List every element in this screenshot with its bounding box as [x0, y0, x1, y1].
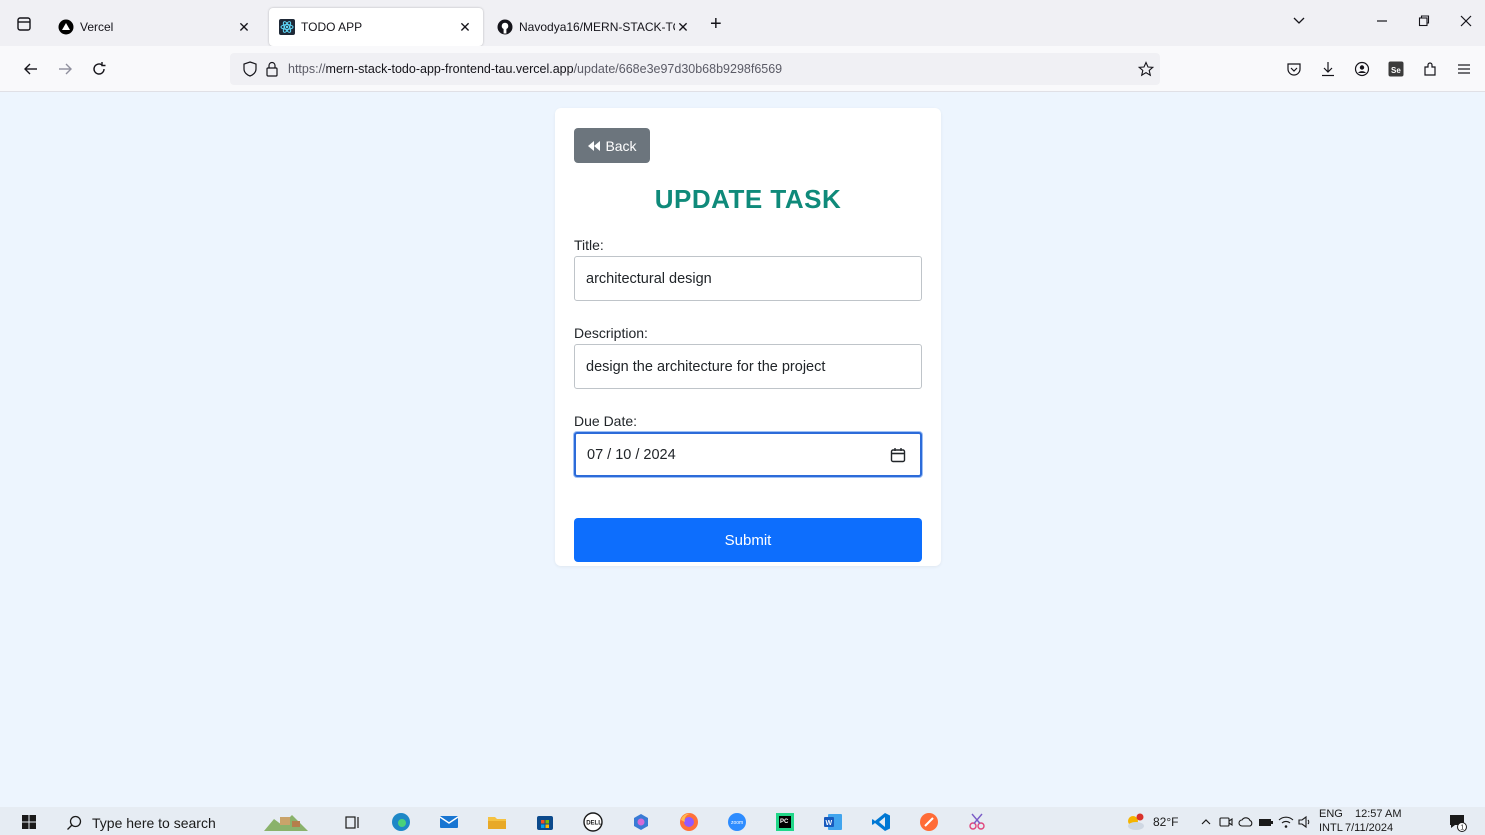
notification-icon[interactable]: 1 [1446, 811, 1468, 833]
list-all-tabs-icon[interactable] [1292, 14, 1306, 31]
weather-icon[interactable] [1124, 811, 1146, 833]
menu-icon[interactable] [1453, 58, 1475, 80]
battery-icon[interactable] [1258, 811, 1274, 833]
back-button[interactable]: Back [574, 128, 650, 163]
reload-icon[interactable] [88, 58, 110, 80]
language-indicator[interactable]: ENG INTL [1319, 807, 1343, 835]
mail-icon[interactable] [438, 811, 460, 833]
taskbar-search[interactable]: Type here to search [56, 811, 236, 835]
onedrive-cloud-icon[interactable] [1238, 811, 1254, 833]
taskbar: Type here to search DELL zoom PC W 82°F … [0, 807, 1485, 835]
lock-icon[interactable] [264, 61, 280, 77]
svg-text:W: W [826, 820, 833, 827]
tab-title: TODO APP [301, 20, 363, 34]
page-viewport: Back UPDATE TASK Title: architectural de… [0, 92, 1485, 807]
due-date-label: Due Date: [574, 413, 638, 429]
minimize-icon[interactable] [1376, 14, 1388, 31]
forward-arrow-icon[interactable] [54, 58, 76, 80]
restore-icon[interactable] [1418, 14, 1430, 31]
snipping-tool-icon[interactable] [966, 811, 988, 833]
tab-todo-app[interactable]: TODO APP ✕ [269, 8, 483, 46]
postman-icon[interactable] [918, 811, 940, 833]
dell-icon[interactable]: DELL [582, 811, 604, 833]
clock[interactable]: 12:57 AM 7/11/2024 [1345, 807, 1401, 835]
keyboard-layout: INTL [1319, 822, 1343, 834]
tab-vercel[interactable]: Vercel ✕ [48, 8, 262, 46]
tab-github[interactable]: Navodya16/MERN-STACK-TOD ✕ [487, 8, 701, 46]
pycharm-icon[interactable]: PC [774, 811, 796, 833]
title-label: Title: [574, 237, 604, 253]
description-label: Description: [574, 325, 648, 341]
due-date-input-value: 07 / 10 / 2024 [587, 446, 676, 463]
store-icon[interactable] [534, 811, 556, 833]
close-window-icon[interactable] [1460, 14, 1472, 31]
wifi-icon[interactable] [1278, 811, 1294, 833]
react-icon [279, 19, 295, 35]
taskbar-search-placeholder: Type here to search [92, 815, 216, 831]
word-icon[interactable]: W [822, 811, 844, 833]
submit-button[interactable]: Submit [574, 518, 922, 562]
back-button-label: Back [605, 137, 637, 154]
url-text[interactable]: https://mern-stack-todo-app-frontend-tau… [288, 62, 782, 76]
account-icon[interactable] [1351, 58, 1373, 80]
close-tab-icon[interactable]: ✕ [675, 19, 691, 35]
vscode-icon[interactable] [870, 811, 892, 833]
tab-title: Navodya16/MERN-STACK-TOD [519, 20, 675, 34]
tab-title: Vercel [80, 20, 114, 34]
title-input[interactable]: architectural design [574, 256, 922, 301]
svg-text:Se: Se [1391, 66, 1401, 75]
nav-bar: https://mern-stack-todo-app-frontend-tau… [0, 46, 1485, 92]
calendar-icon[interactable] [890, 447, 906, 467]
meet-now-icon[interactable] [1218, 811, 1234, 833]
firefox-icon[interactable] [678, 811, 700, 833]
close-tab-icon[interactable]: ✕ [457, 19, 473, 35]
url-host: mern-stack-todo-app-frontend-tau.vercel.… [325, 62, 574, 76]
shield-icon[interactable] [242, 61, 258, 77]
weather-temp[interactable]: 82°F [1153, 815, 1178, 829]
title-input-value: architectural design [586, 270, 712, 287]
zoom-icon[interactable]: zoom [726, 811, 748, 833]
extension-se-icon[interactable]: Se [1385, 58, 1407, 80]
speaker-icon[interactable] [1298, 811, 1314, 833]
back-arrow-icon[interactable] [20, 58, 42, 80]
tab-list-icon[interactable] [14, 14, 34, 34]
github-icon [497, 19, 513, 35]
download-icon[interactable] [1317, 58, 1339, 80]
bookmark-star-icon[interactable] [1138, 61, 1154, 77]
task-view-icon[interactable] [342, 811, 364, 833]
svg-text:zoom: zoom [731, 820, 743, 826]
clock-date: 7/11/2024 [1345, 822, 1394, 834]
url-scheme: https:// [288, 62, 326, 76]
language-code: ENG [1319, 808, 1343, 820]
description-input-value: design the architecture for the project [586, 358, 826, 375]
extensions-icon[interactable] [1419, 58, 1441, 80]
url-bar[interactable]: https://mern-stack-todo-app-frontend-tau… [230, 53, 1160, 85]
copilot-icon[interactable] [630, 811, 652, 833]
vercel-icon [58, 19, 74, 35]
update-task-card: Back UPDATE TASK Title: architectural de… [555, 108, 941, 566]
new-tab-icon[interactable]: + [710, 14, 722, 34]
url-path: /update/668e3e97d30b68b9298f6569 [573, 62, 783, 76]
notification-count: 1 [1460, 825, 1464, 832]
pocket-icon[interactable] [1283, 58, 1305, 80]
search-icon [67, 815, 82, 830]
file-explorer-icon[interactable] [486, 811, 508, 833]
clock-time: 12:57 AM [1355, 808, 1402, 820]
windows-start-icon[interactable] [18, 811, 40, 833]
close-tab-icon[interactable]: ✕ [236, 19, 252, 35]
double-back-arrow-icon [588, 140, 601, 151]
svg-text:PC: PC [780, 819, 789, 825]
description-input[interactable]: design the architecture for the project [574, 344, 922, 389]
tab-strip: Vercel ✕ TODO APP ✕ Navodya16/MERN-STACK… [0, 0, 1485, 46]
due-date-input[interactable]: 07 / 10 / 2024 [574, 432, 922, 477]
svg-text:DELL: DELL [586, 821, 602, 827]
edge-icon[interactable] [390, 811, 412, 833]
widgets-landscape-icon[interactable] [262, 811, 310, 833]
page-title: UPDATE TASK [654, 184, 842, 214]
chevron-up-icon[interactable] [1198, 811, 1214, 833]
